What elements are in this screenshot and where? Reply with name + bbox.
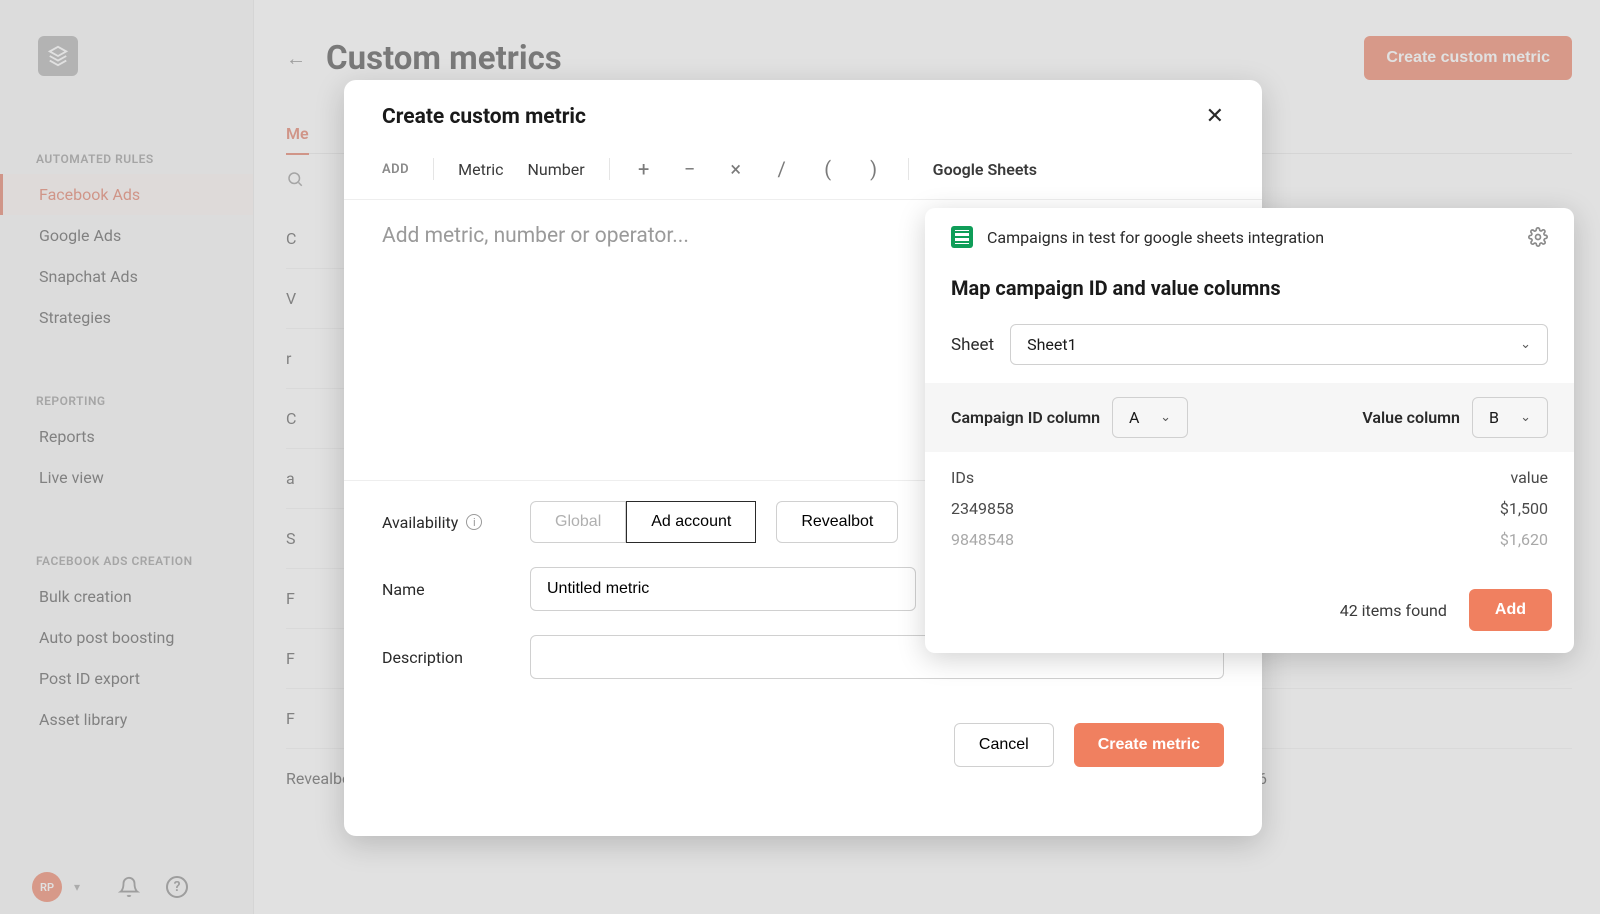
- preview-id: 9848548: [951, 530, 1014, 549]
- sheet-filename: Campaigns in test for google sheets inte…: [987, 228, 1324, 247]
- chevron-down-icon: ⌄: [1520, 337, 1531, 352]
- op-divide-icon[interactable]: /: [772, 157, 792, 181]
- preview-id: 2349858: [951, 499, 1014, 518]
- description-label: Description: [382, 648, 530, 667]
- availability-ad-account[interactable]: Ad account: [626, 501, 756, 543]
- map-columns-title: Map campaign ID and value columns: [925, 256, 1574, 318]
- availability-revealbot[interactable]: Revealbot: [776, 501, 898, 543]
- availability-global[interactable]: Global: [530, 501, 626, 543]
- preview-value: $1,620: [1500, 530, 1548, 549]
- preview-value: $1,500: [1500, 499, 1548, 518]
- preview-table: IDs value 2349858 $1,500 9848548 $1,620: [925, 452, 1574, 561]
- preview-id-header: IDs: [951, 468, 974, 487]
- chevron-down-icon: ⌄: [1160, 410, 1171, 425]
- google-sheets-popover: Campaigns in test for google sheets inte…: [925, 208, 1574, 653]
- column-mapping-row: Campaign ID column A⌄ Value column B⌄: [925, 383, 1574, 452]
- toolbar-google-sheets[interactable]: Google Sheets: [933, 160, 1037, 179]
- modal-title: Create custom metric: [382, 105, 586, 129]
- op-minus-icon[interactable]: −: [680, 157, 700, 181]
- create-metric-button[interactable]: Create metric: [1074, 723, 1224, 767]
- separator: [609, 158, 610, 180]
- name-input[interactable]: [530, 567, 916, 611]
- gear-icon[interactable]: [1528, 227, 1548, 247]
- chevron-down-icon: ⌄: [1520, 410, 1531, 425]
- separator: [908, 158, 909, 180]
- close-icon[interactable]: ✕: [1206, 104, 1224, 129]
- cancel-button[interactable]: Cancel: [954, 723, 1054, 767]
- preview-value-header: value: [1510, 468, 1548, 487]
- campaign-id-col-select[interactable]: A⌄: [1112, 397, 1188, 438]
- op-paren-open-icon[interactable]: (: [818, 157, 838, 181]
- info-icon[interactable]: i: [466, 514, 482, 530]
- toolbar-add-label: ADD: [382, 162, 409, 177]
- formula-toolbar: ADD Metric Number + − × / ( ) Google She…: [344, 153, 1262, 200]
- value-col-select[interactable]: B⌄: [1472, 397, 1548, 438]
- campaign-id-col-label: Campaign ID column: [951, 408, 1100, 427]
- add-button[interactable]: Add: [1469, 589, 1552, 631]
- value-col-label: Value column: [1362, 408, 1460, 427]
- separator: [433, 158, 434, 180]
- sheet-select[interactable]: Sheet1⌄: [1010, 324, 1548, 365]
- google-sheets-icon: [951, 226, 973, 248]
- name-label: Name: [382, 580, 530, 599]
- toolbar-metric[interactable]: Metric: [458, 160, 503, 179]
- items-found: 42 items found: [1340, 601, 1447, 620]
- op-multiply-icon[interactable]: ×: [726, 157, 746, 181]
- sheet-label: Sheet: [951, 335, 994, 355]
- op-plus-icon[interactable]: +: [634, 157, 654, 181]
- op-paren-close-icon[interactable]: ): [864, 157, 884, 181]
- toolbar-number[interactable]: Number: [528, 160, 585, 179]
- availability-label: Availability i: [382, 513, 530, 532]
